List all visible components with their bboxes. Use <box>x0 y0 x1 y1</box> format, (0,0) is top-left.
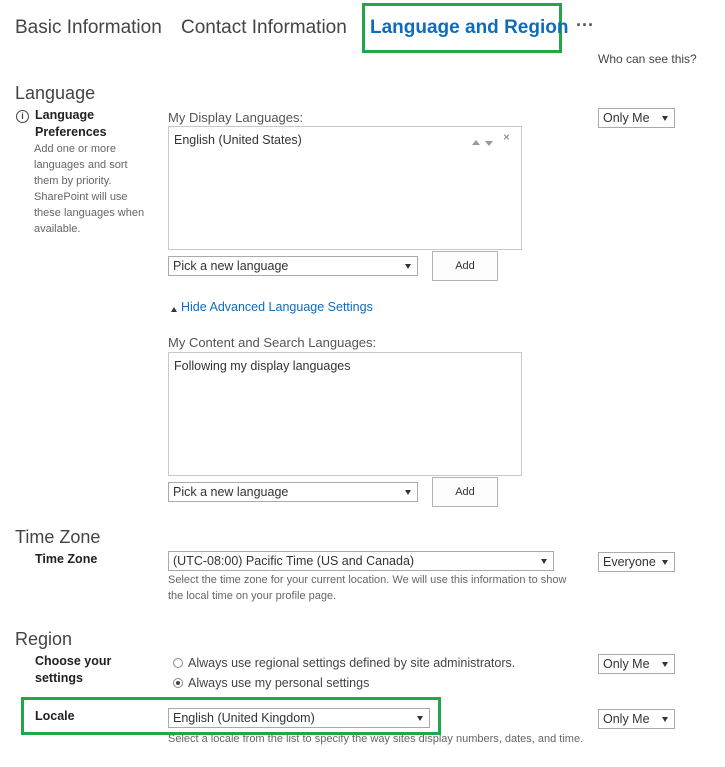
timezone-privacy-value: Everyone <box>603 555 656 569</box>
timezone-value: (UTC-08:00) Pacific Time (US and Canada) <box>173 554 415 568</box>
choose-settings-label: Choose your settings <box>35 654 112 685</box>
radio-admin-settings[interactable]: Always use regional settings defined by … <box>173 656 515 670</box>
region-settings-privacy-select[interactable]: Only Me <box>598 654 675 674</box>
region-settings-privacy-value: Only Me <box>603 657 650 671</box>
timezone-privacy-select[interactable]: Everyone <box>598 552 675 572</box>
content-languages-list[interactable]: Following my display languages <box>168 352 522 476</box>
timezone-section-title: Time Zone <box>15 527 101 547</box>
radio-personal-settings[interactable]: Always use my personal settings <box>173 676 369 690</box>
radio-personal-circle[interactable] <box>173 678 183 688</box>
pick-language-value: Pick a new language <box>173 259 289 273</box>
display-languages-label: My Display Languages: <box>168 110 304 125</box>
locale-select[interactable]: English (United Kingdom) <box>168 708 430 728</box>
locale-privacy-value: Only Me <box>603 712 650 726</box>
language-preferences-description: Add one or more languages and sort them … <box>34 143 145 235</box>
radio-admin-label: Always use regional settings defined by … <box>188 656 516 670</box>
display-languages-list[interactable]: English (United States) × <box>168 126 522 250</box>
timezone-label: Time Zone <box>35 552 98 566</box>
radio-personal-label: Always use my personal settings <box>188 676 370 690</box>
add-display-language-button[interactable]: Add <box>432 251 498 281</box>
chevron-down-icon <box>662 560 668 565</box>
pick-content-language-value: Pick a new language <box>173 485 289 499</box>
tab-language-and-region[interactable]: Language and Region <box>370 17 568 39</box>
chevron-down-icon <box>405 264 411 269</box>
locale-privacy-select[interactable]: Only Me <box>598 709 675 729</box>
chevron-down-icon <box>541 559 547 564</box>
tab-basic-information[interactable]: Basic Information <box>15 17 162 39</box>
content-languages-text: Following my display languages <box>174 359 351 373</box>
region-section-title: Region <box>15 629 73 649</box>
locale-value: English (United Kingdom) <box>173 711 315 725</box>
chevron-down-icon <box>662 116 668 121</box>
display-language-item[interactable]: English (United States) <box>174 133 302 147</box>
radio-admin-circle[interactable] <box>173 658 183 668</box>
hide-advanced-language-settings-link[interactable]: Hide Advanced Language Settings <box>181 300 373 314</box>
timezone-help-text: Select the time zone for your current lo… <box>168 574 567 602</box>
add-content-language-button[interactable]: Add <box>432 477 498 507</box>
timezone-select[interactable]: (UTC-08:00) Pacific Time (US and Canada) <box>168 551 554 571</box>
language-section-title: Language <box>15 83 96 103</box>
pick-content-language-select[interactable]: Pick a new language <box>168 482 418 502</box>
language-preferences-label: Language Preferences <box>35 108 107 139</box>
pick-language-select[interactable]: Pick a new language <box>168 256 418 276</box>
language-privacy-value: Only Me <box>603 111 650 125</box>
collapse-icon[interactable] <box>171 307 177 312</box>
chevron-down-icon <box>405 490 411 495</box>
more-tabs-icon[interactable]: ··· <box>576 15 594 36</box>
move-down-icon[interactable] <box>485 135 493 149</box>
chevron-down-icon <box>417 716 423 721</box>
move-up-icon[interactable] <box>472 134 480 148</box>
remove-icon[interactable]: × <box>503 130 510 144</box>
language-privacy-select[interactable]: Only Me <box>598 108 675 128</box>
chevron-down-icon <box>662 717 668 722</box>
who-can-see-this-header: Who can see this? <box>598 52 697 66</box>
tab-contact-information[interactable]: Contact Information <box>181 17 347 39</box>
locale-label: Locale <box>35 709 75 723</box>
info-icon: i <box>16 110 29 123</box>
content-languages-label: My Content and Search Languages: <box>168 335 377 350</box>
chevron-down-icon <box>662 662 668 667</box>
